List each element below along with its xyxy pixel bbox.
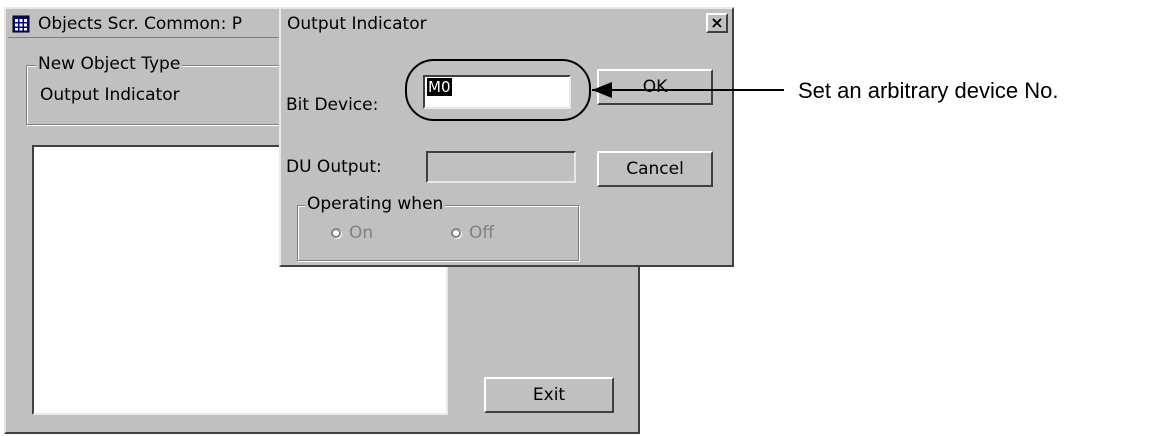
callout-arrowhead xyxy=(592,82,612,98)
annotation-overlay xyxy=(405,59,784,121)
annotation-text: Set an arbitrary device No. xyxy=(798,78,1059,103)
highlight-outline xyxy=(405,59,591,121)
